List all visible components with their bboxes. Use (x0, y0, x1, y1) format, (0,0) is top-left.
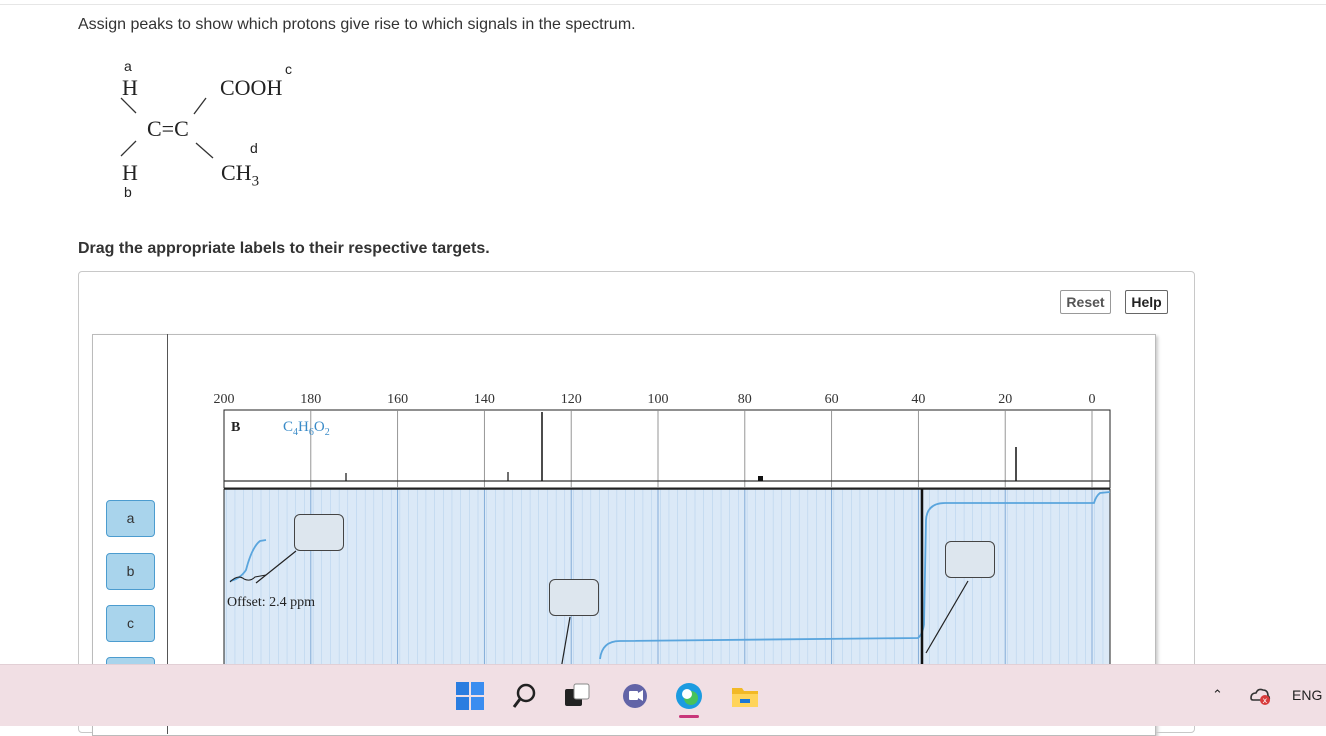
atom-h-top: H (122, 75, 138, 100)
atom-ch3: CH3 (221, 160, 260, 190)
top-divider (0, 4, 1326, 5)
offset-label: Offset: 2.4 ppm (227, 595, 316, 610)
x-tick-label: 180 (300, 392, 321, 407)
spectrum-panel-letter: B (231, 420, 241, 435)
x-axis-tick-labels: 200 180 160 140 120 100 80 60 40 20 0 (214, 392, 1096, 407)
label-chip-a[interactable]: a (106, 500, 155, 537)
file-explorer-icon[interactable] (730, 681, 760, 711)
question-instruction: Assign peaks to show which protons give … (78, 16, 636, 33)
spectrum-frame (223, 409, 1111, 489)
solvent-peak (758, 476, 763, 481)
svg-text:x: x (1263, 696, 1268, 705)
x-tick-label: 0 (1089, 392, 1096, 407)
drop-target-2[interactable] (945, 541, 995, 578)
drag-instruction: Drag the appropriate labels to their res… (78, 240, 490, 257)
integral-grid-lines (224, 489, 1110, 675)
x-tick-label: 140 (474, 392, 495, 407)
help-button[interactable]: Help (1125, 290, 1168, 314)
language-indicator[interactable]: ENG (1292, 687, 1322, 703)
molecular-formula: C4H6O2 (283, 419, 330, 438)
label-chip-b[interactable]: b (106, 553, 155, 590)
reset-button[interactable]: Reset (1060, 290, 1111, 314)
x-tick-label: 60 (825, 392, 839, 407)
drop-target-1[interactable] (294, 514, 344, 551)
task-view-icon[interactable] (562, 681, 592, 711)
onedrive-error-icon[interactable]: x (1248, 685, 1272, 708)
molecule-structure: a H c COOH C=C d H CH3 b (110, 58, 310, 208)
search-icon[interactable] (510, 681, 540, 711)
proton-label-b: b (124, 184, 132, 200)
x-tick-label: 20 (998, 392, 1012, 407)
show-hidden-icons-chevron-icon[interactable]: ⌃ (1212, 687, 1223, 703)
x-tick-label: 100 (648, 392, 669, 407)
active-app-indicator (679, 715, 699, 718)
proton-label-a: a (124, 58, 132, 74)
x-tick-label: 40 (911, 392, 925, 407)
x-tick-label: 120 (561, 392, 582, 407)
x-tick-label: 80 (738, 392, 752, 407)
x-tick-label: 200 (214, 392, 235, 407)
atom-cooh: COOH (220, 75, 283, 100)
atom-h-bottom: H (122, 160, 138, 185)
label-chip-c[interactable]: c (106, 605, 155, 642)
edge-browser-icon[interactable] (674, 681, 704, 711)
proton-label-d: d (250, 140, 258, 156)
atom-double-bond: C=C (147, 116, 189, 141)
teams-chat-icon[interactable] (620, 681, 650, 711)
windows-taskbar: ⌃ x ENG (0, 664, 1326, 726)
windows-start-icon[interactable] (455, 681, 485, 711)
proton-label-c: c (285, 61, 292, 77)
x-tick-label: 160 (387, 392, 408, 407)
drop-target-3[interactable] (549, 579, 599, 616)
